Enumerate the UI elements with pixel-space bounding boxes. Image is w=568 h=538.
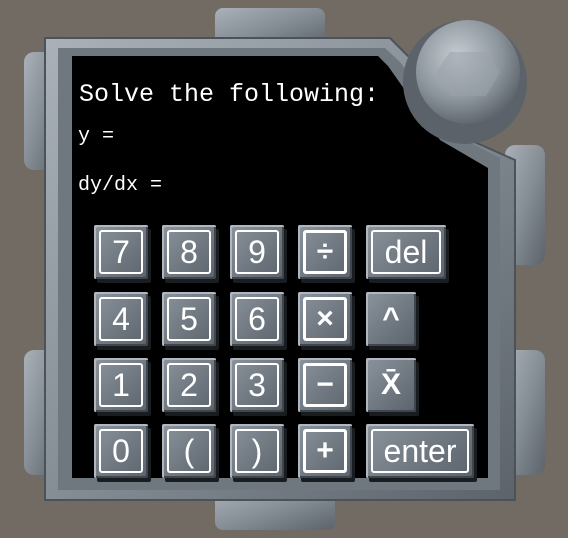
key-plus[interactable]: +	[298, 424, 352, 478]
key-9[interactable]: 9	[230, 225, 284, 279]
key-divide[interactable]: ÷	[298, 225, 352, 279]
key-label: 9	[235, 230, 279, 274]
key-7[interactable]: 7	[94, 225, 148, 279]
key-1[interactable]: 1	[94, 358, 148, 412]
dydx-equation-label: dy/dx =	[78, 174, 163, 197]
key-x-bar[interactable]: X̄	[366, 358, 416, 412]
key-8[interactable]: 8	[162, 225, 216, 279]
key-0[interactable]: 0	[94, 424, 148, 478]
key-label: enter	[371, 429, 469, 473]
key-label: del	[371, 230, 441, 274]
key-4[interactable]: 4	[94, 292, 148, 346]
key-5[interactable]: 5	[162, 292, 216, 346]
key-label: +	[303, 429, 347, 473]
key-label: 2	[167, 363, 211, 407]
key-label: 1	[99, 363, 143, 407]
key-label: 3	[235, 363, 279, 407]
key-label: 4	[99, 297, 143, 341]
key-label: ^	[382, 302, 400, 335]
y-equation-label: y =	[78, 125, 115, 148]
key-label: ×	[303, 297, 347, 341]
key-label: )	[235, 429, 279, 473]
knob[interactable]	[403, 20, 527, 144]
key-delete[interactable]: del	[366, 225, 446, 279]
key-3[interactable]: 3	[230, 358, 284, 412]
key-label: 8	[167, 230, 211, 274]
key-label: −	[303, 363, 347, 407]
key-label: 0	[99, 429, 143, 473]
key-2[interactable]: 2	[162, 358, 216, 412]
key-label: 7	[99, 230, 143, 274]
key-power[interactable]: ^	[366, 292, 416, 346]
key-enter[interactable]: enter	[366, 424, 474, 478]
key-label: (	[167, 429, 211, 473]
key-multiply[interactable]: ×	[298, 292, 352, 346]
key-label: 6	[235, 297, 279, 341]
key-6[interactable]: 6	[230, 292, 284, 346]
key-open-paren[interactable]: (	[162, 424, 216, 478]
key-label: 5	[167, 297, 211, 341]
key-label: X̄	[380, 368, 401, 401]
key-minus[interactable]: −	[298, 358, 352, 412]
prompt-text: Solve the following:	[79, 80, 380, 109]
key-close-paren[interactable]: )	[230, 424, 284, 478]
key-label: ÷	[303, 230, 347, 274]
